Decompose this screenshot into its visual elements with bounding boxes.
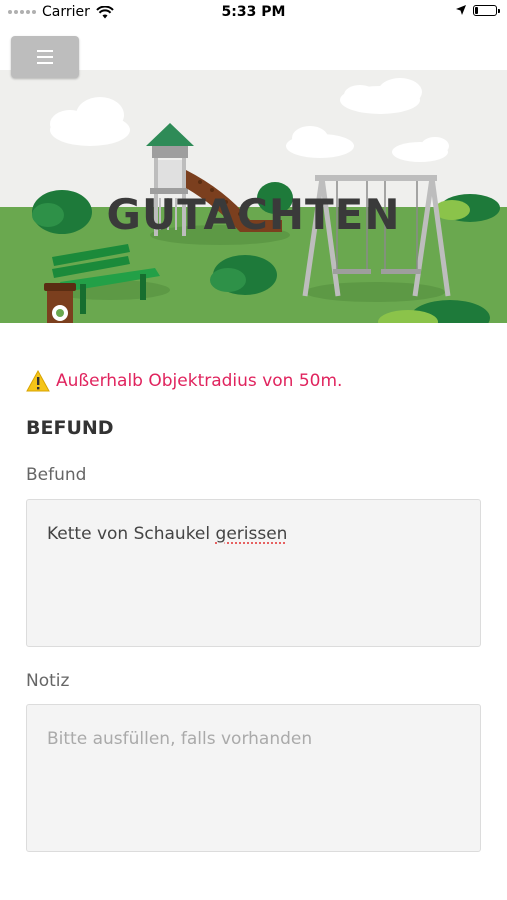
location-arrow-icon [456, 5, 466, 15]
location-warning: Außerhalb Objektradius von 50m. [26, 370, 342, 392]
hamburger-menu-icon [37, 50, 53, 64]
befund-value-misspelled: gerissen [215, 524, 288, 544]
status-right [455, 4, 500, 16]
trash-bin-icon [44, 283, 76, 323]
battery-icon [473, 4, 500, 16]
header-illustration: GUTACHTEN [0, 70, 507, 323]
warning-text: Außerhalb Objektradius von 50m. [56, 371, 343, 391]
status-time: 5:33 PM [221, 4, 286, 20]
befund-value: Kette von Schaukel [47, 524, 216, 544]
page-title: GUTACHTEN [106, 190, 401, 239]
menu-button[interactable] [11, 36, 79, 78]
warning-triangle-icon [26, 370, 50, 392]
section-title: BEFUND [26, 417, 114, 439]
notiz-textarea[interactable] [26, 704, 481, 852]
befund-textarea[interactable]: Kette von Schaukel gerissen [26, 499, 481, 647]
notiz-label: Notiz [26, 671, 70, 691]
befund-label: Befund [26, 465, 87, 485]
status-bar: Carrier 5:33 PM [0, 0, 507, 26]
